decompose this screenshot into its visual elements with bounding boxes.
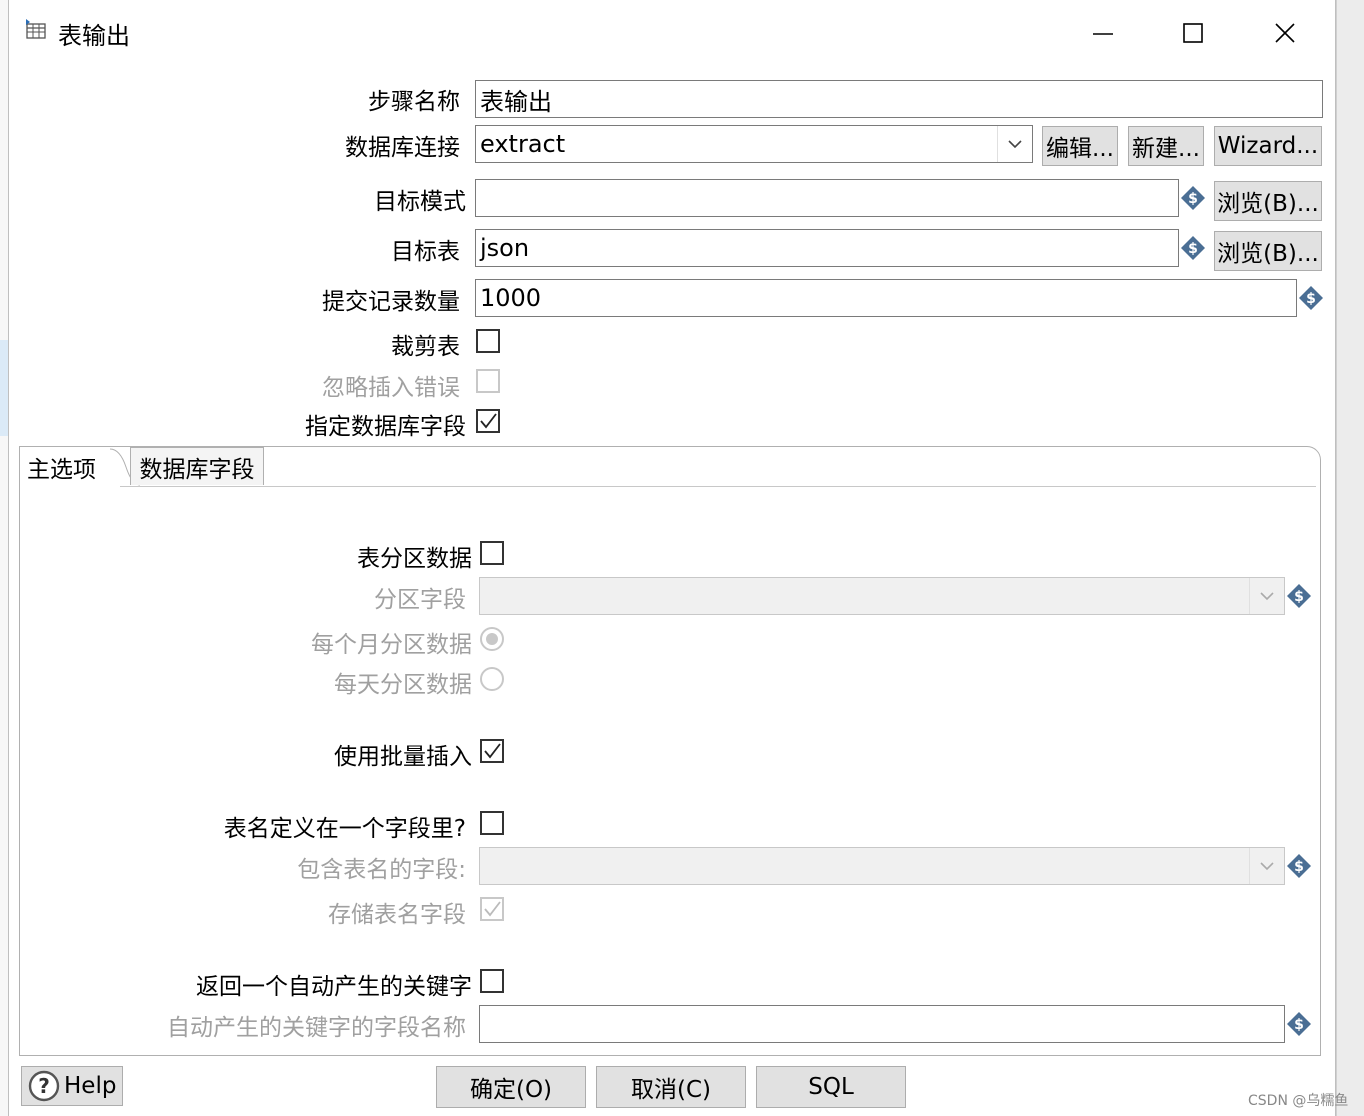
variable-icon[interactable]: $ xyxy=(1180,185,1206,211)
commit-size-label: 提交记录数量 xyxy=(322,289,460,315)
db-connection-label: 数据库连接 xyxy=(345,135,460,161)
ignore-errors-label: 忽略插入错误 xyxy=(322,375,460,401)
table-output-icon xyxy=(26,19,46,39)
variable-icon[interactable]: $ xyxy=(1286,853,1312,879)
truncate-table-checkbox[interactable] xyxy=(476,329,500,353)
monthly-partition-radio[interactable] xyxy=(480,627,504,651)
cancel-button[interactable]: 取消(C) xyxy=(596,1066,746,1108)
checkmark-icon xyxy=(484,743,501,759)
daily-partition-radio[interactable] xyxy=(480,667,504,691)
watermark: CSDN @乌糯鱼 xyxy=(1248,1093,1349,1109)
minimize-icon xyxy=(1093,33,1113,35)
partition-field-label: 分区字段 xyxy=(374,587,466,613)
store-table-name-checkbox[interactable] xyxy=(480,897,504,921)
new-connection-button[interactable]: 新建... xyxy=(1128,126,1204,166)
checkmark-icon xyxy=(484,901,501,917)
variable-icon[interactable]: $ xyxy=(1286,583,1312,609)
batch-insert-label: 使用批量插入 xyxy=(334,744,472,770)
edit-connection-button[interactable]: 编辑... xyxy=(1042,126,1118,166)
db-connection-select[interactable]: extract xyxy=(475,125,1033,163)
truncate-table-label: 裁剪表 xyxy=(391,334,460,360)
chevron-down-icon[interactable] xyxy=(1249,848,1284,884)
target-schema-input[interactable] xyxy=(475,179,1179,217)
batch-insert-checkbox[interactable] xyxy=(480,739,504,763)
partition-field-select[interactable] xyxy=(479,577,1285,615)
svg-text:$: $ xyxy=(1294,589,1304,605)
specify-db-fields-checkbox[interactable] xyxy=(476,409,500,433)
variable-icon[interactable]: $ xyxy=(1298,285,1324,311)
commit-size-input[interactable]: 1000 xyxy=(475,279,1297,317)
help-icon: ? xyxy=(28,1070,60,1102)
variable-icon[interactable]: $ xyxy=(1180,235,1206,261)
key-field-name-label: 自动产生的关键字的字段名称 xyxy=(167,1015,466,1041)
maximize-button[interactable] xyxy=(1170,10,1216,56)
close-icon xyxy=(1275,23,1295,43)
sql-button[interactable]: SQL xyxy=(756,1066,906,1108)
background-selection-strip xyxy=(0,340,8,436)
partition-data-label: 表分区数据 xyxy=(357,546,472,572)
table-name-in-field-label: 表名定义在一个字段里? xyxy=(223,816,466,842)
svg-text:$: $ xyxy=(1188,191,1198,207)
help-button[interactable]: ? Help xyxy=(21,1066,123,1106)
partition-data-checkbox[interactable] xyxy=(480,541,504,565)
return-key-checkbox[interactable] xyxy=(480,969,504,993)
background-right-panel xyxy=(1336,0,1364,1116)
ok-button[interactable]: 确定(O) xyxy=(436,1066,586,1108)
step-name-label: 步骤名称 xyxy=(368,89,460,115)
dialog-title: 表输出 xyxy=(58,22,130,50)
svg-text:$: $ xyxy=(1188,241,1198,257)
checkmark-icon xyxy=(480,413,497,429)
ignore-errors-checkbox[interactable] xyxy=(476,369,500,393)
store-table-name-label: 存储表名字段 xyxy=(328,902,466,928)
svg-text:$: $ xyxy=(1306,291,1316,307)
variable-icon[interactable]: $ xyxy=(1286,1011,1312,1037)
step-name-input[interactable]: 表输出 xyxy=(475,80,1323,118)
target-schema-label: 目标模式 xyxy=(374,189,466,215)
target-table-label: 目标表 xyxy=(391,239,460,265)
help-label: Help xyxy=(64,1073,117,1099)
key-field-name-input[interactable] xyxy=(479,1005,1285,1043)
radio-dot xyxy=(486,633,498,645)
chevron-down-icon[interactable] xyxy=(997,126,1032,162)
wizard-button[interactable]: Wizard... xyxy=(1214,126,1322,166)
db-connection-value: extract xyxy=(480,130,566,158)
specify-db-fields-label: 指定数据库字段 xyxy=(305,414,466,440)
table-name-field-select[interactable] xyxy=(479,847,1285,885)
monthly-partition-label: 每个月分区数据 xyxy=(311,632,472,658)
browse-schema-button[interactable]: 浏览(B)... xyxy=(1214,181,1322,221)
chevron-down-icon[interactable] xyxy=(1249,578,1284,614)
target-table-input[interactable]: json xyxy=(475,229,1179,267)
table-name-in-field-checkbox[interactable] xyxy=(480,811,504,835)
svg-text:$: $ xyxy=(1294,859,1304,875)
svg-text:?: ? xyxy=(38,1074,50,1098)
return-key-label: 返回一个自动产生的关键字 xyxy=(196,974,472,1000)
minimize-button[interactable] xyxy=(1080,10,1126,56)
svg-text:$: $ xyxy=(1294,1017,1304,1033)
tab-main-options[interactable]: 主选项 xyxy=(20,447,120,487)
table-name-field-label: 包含表名的字段: xyxy=(297,857,466,883)
daily-partition-label: 每天分区数据 xyxy=(334,672,472,698)
tab-db-fields[interactable]: 数据库字段 xyxy=(130,447,264,485)
maximize-icon xyxy=(1183,23,1203,43)
browse-table-button[interactable]: 浏览(B)... xyxy=(1214,231,1322,271)
close-button[interactable] xyxy=(1262,10,1308,56)
